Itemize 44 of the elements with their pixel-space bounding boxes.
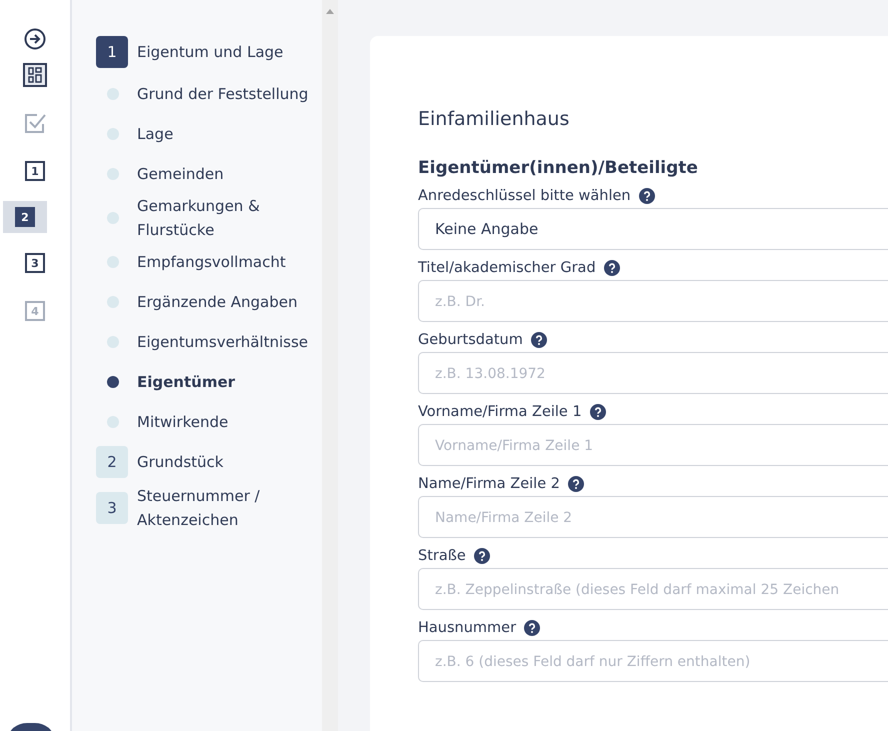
field-label: Vorname/Firma Zeile 1 <box>418 404 582 420</box>
step-number: 1 <box>96 36 128 68</box>
subsection-link[interactable]: Gemarkungen & Flurstücke <box>137 194 317 242</box>
input-field[interactable]: z.B. 13.08.1972 <box>418 352 888 394</box>
field-label: Titel/akademischer Grad <box>418 260 596 276</box>
dashboard-icon[interactable] <box>23 63 47 87</box>
field-label: Anredeschlüssel bitte wählen <box>418 188 631 204</box>
input-field[interactable]: Name/Firma Zeile 2 <box>418 496 888 538</box>
help-icon[interactable] <box>568 476 584 492</box>
subsection-link[interactable]: Empfangsvollmacht <box>137 250 317 274</box>
step-button[interactable]: 2 <box>15 207 35 227</box>
step-button[interactable]: 3 <box>25 253 45 273</box>
field-label: Hausnummer <box>418 620 516 636</box>
help-icon[interactable] <box>638 188 655 204</box>
help-icon[interactable] <box>604 260 620 276</box>
form-title: Einfamilienhaus <box>418 108 570 130</box>
input-field[interactable]: z.B. Dr. <box>418 280 888 322</box>
section-link[interactable]: Steuernummer / Aktenzeichen <box>137 484 287 532</box>
step-number: 2 <box>96 446 128 478</box>
input-field[interactable]: z.B. 6 (dieses Feld darf nur Ziffern enthalten) <box>418 640 888 682</box>
step-button[interactable]: 1 <box>25 161 45 181</box>
subsection-link[interactable]: Mitwirkende <box>137 410 317 434</box>
subsection-link[interactable]: Gemeinden <box>137 162 317 186</box>
section-link[interactable]: Grundstück <box>137 450 287 474</box>
field-label: Geburtsdatum <box>418 332 523 348</box>
section-link[interactable]: Eigentum und Lage <box>137 40 287 64</box>
select-field[interactable]: Keine Angabe <box>418 208 888 250</box>
step-number: 3 <box>96 492 128 524</box>
help-icon[interactable] <box>474 548 490 564</box>
help-icon[interactable] <box>590 404 606 420</box>
section-heading: Eigentümer(innen)/Beteiligte <box>418 158 699 178</box>
input-field[interactable]: z.B. Zeppelinstraße (dieses Feld darf maximal 25 Zeichen <box>418 568 888 610</box>
arrow-right-circle-icon[interactable] <box>24 28 46 50</box>
scrollbar[interactable] <box>322 0 338 731</box>
subsection-link[interactable]: Grund der Feststellung <box>137 82 317 106</box>
help-icon[interactable] <box>524 620 540 636</box>
subsection-link[interactable]: Lage <box>137 122 317 146</box>
input-field[interactable]: Vorname/Firma Zeile 1 <box>418 424 888 466</box>
field-label: Straße <box>418 548 466 564</box>
help-icon[interactable] <box>530 332 547 348</box>
subsection-link[interactable]: Eigentümer <box>137 370 317 394</box>
subsection-link[interactable]: Ergänzende Angaben <box>137 290 317 314</box>
field-label: Name/Firma Zeile 2 <box>418 476 560 492</box>
subsection-link[interactable]: Eigentumsverhältnisse <box>137 330 317 354</box>
